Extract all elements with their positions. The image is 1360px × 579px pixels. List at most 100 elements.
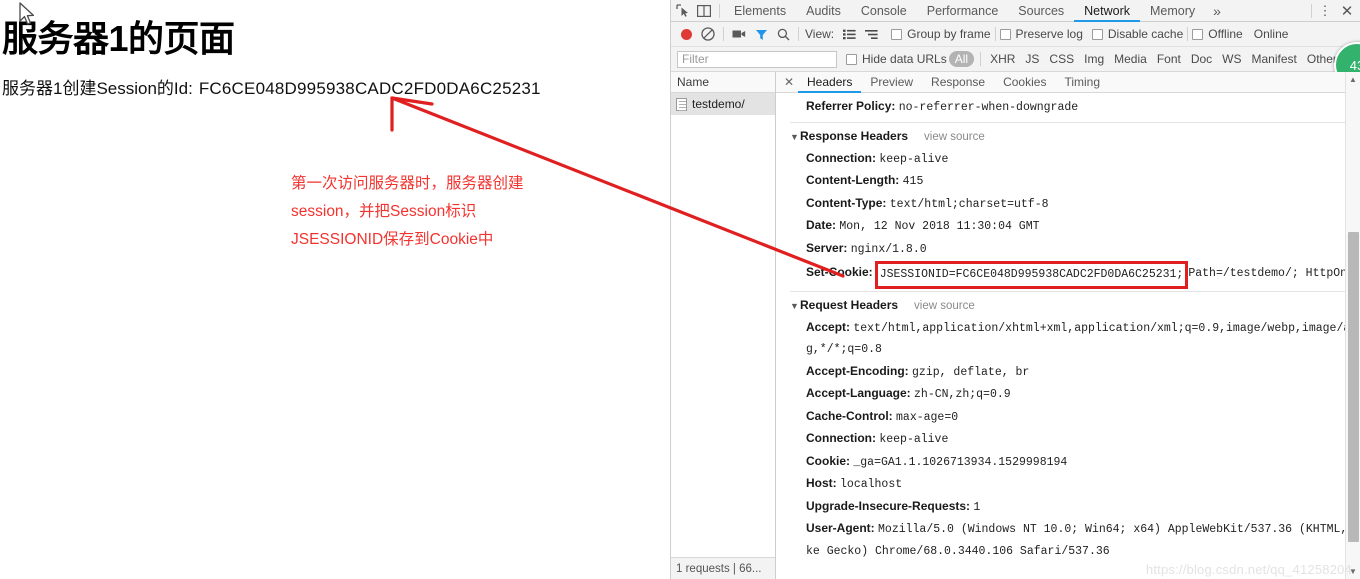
filter-divider xyxy=(980,52,982,66)
header-key: Accept-Language: xyxy=(806,386,911,400)
detail-tab-cookies[interactable]: Cookies xyxy=(994,72,1055,93)
document-icon xyxy=(676,97,687,111)
tab-performance[interactable]: Performance xyxy=(917,0,1009,22)
filter-type-css[interactable]: CSS xyxy=(1044,52,1079,66)
set-cookie-rest: Path=/testdemo/; HttpOnly xyxy=(1188,267,1360,280)
offline-checkbox[interactable]: Offline xyxy=(1192,27,1243,41)
request-headers-section-title[interactable]: ▼Request Headers view source xyxy=(790,294,1360,317)
search-icon[interactable] xyxy=(772,24,794,44)
request-row-testdemo[interactable]: testdemo/ xyxy=(671,93,775,115)
header-key: Content-Length: xyxy=(806,173,900,187)
chevron-down-icon: ▼ xyxy=(790,300,799,311)
tabstrip-right-controls: ⋮ ✕ xyxy=(1307,0,1360,22)
name-column-header: Name xyxy=(671,72,775,93)
disable-cache-label: Disable cache xyxy=(1107,27,1184,41)
filter-type-js[interactable]: JS xyxy=(1020,52,1044,66)
tab-elements[interactable]: Elements xyxy=(724,0,796,22)
header-server: Server: nginx/1.8.0 xyxy=(790,238,1360,261)
filter-type-xhr[interactable]: XHR xyxy=(985,52,1020,66)
filter-type-ws[interactable]: WS xyxy=(1217,52,1246,66)
capture-screenshots-icon[interactable] xyxy=(728,24,750,44)
header-user-agent: User-Agent: Mozilla/5.0 (Windows NT 10.0… xyxy=(790,518,1360,541)
preserve-log-label: Preserve log xyxy=(1015,27,1083,41)
tab-network[interactable]: Network xyxy=(1074,0,1140,22)
headers-scroll-area: Referrer Policy: no-referrer-when-downgr… xyxy=(776,93,1360,579)
header-value: max-age=0 xyxy=(896,410,959,424)
filter-funnel-icon[interactable] xyxy=(750,24,772,44)
devtools-panel: Elements Audits Console Performance Sour… xyxy=(670,0,1360,579)
chevron-down-icon: ▼ xyxy=(790,131,799,142)
tab-memory[interactable]: Memory xyxy=(1140,0,1205,22)
header-key: Connection: xyxy=(806,150,876,165)
header-content-length: Content-Length: 415 xyxy=(790,170,1360,193)
header-connection-req: Connection: keep-alive xyxy=(790,428,1360,451)
devtools-scrollbar[interactable]: ▲ ▼ xyxy=(1345,72,1360,579)
header-key: User-Agent: xyxy=(806,521,875,535)
clear-button[interactable] xyxy=(697,24,719,44)
scrollbar-thumb[interactable] xyxy=(1348,232,1359,542)
view-source-link[interactable]: view source xyxy=(924,131,985,143)
group-by-frame-checkbox[interactable]: Group by frame xyxy=(891,27,991,41)
preserve-log-checkbox[interactable]: Preserve log xyxy=(999,27,1083,41)
tabstrip-right-divider xyxy=(1311,4,1312,18)
toolbar-divider-1 xyxy=(723,27,724,41)
tab-console[interactable]: Console xyxy=(851,0,917,22)
header-cache-control: Cache-Control: max-age=0 xyxy=(790,406,1360,429)
online-throttle-select[interactable]: Online xyxy=(1254,27,1289,41)
header-value: localhost xyxy=(840,478,903,491)
checkbox-box xyxy=(891,28,903,40)
hide-data-urls-checkbox[interactable]: Hide data URLs xyxy=(846,52,947,66)
filter-type-doc[interactable]: Doc xyxy=(1186,52,1217,66)
tab-sources[interactable]: Sources xyxy=(1008,0,1074,22)
red-annotation-text: 第一次访问服务器时，服务器创建 session，并把Session标识 JSES… xyxy=(291,170,524,254)
detail-tab-preview[interactable]: Preview xyxy=(861,72,922,93)
detail-tab-timing[interactable]: Timing xyxy=(1055,72,1109,93)
view-waterfall-icon[interactable] xyxy=(860,24,882,44)
close-devtools-icon[interactable]: ✕ xyxy=(1334,2,1360,20)
filter-input[interactable]: Filter xyxy=(677,50,837,68)
header-key: Referrer Policy: xyxy=(806,99,896,113)
header-value: 1 xyxy=(973,500,981,514)
filter-type-font[interactable]: Font xyxy=(1152,52,1186,66)
header-key: Server: xyxy=(806,240,848,255)
header-value: gzip, deflate, br xyxy=(912,365,1030,379)
header-host: Host: localhost xyxy=(790,473,1360,496)
inspect-element-icon[interactable] xyxy=(671,1,693,21)
disable-cache-checkbox[interactable]: Disable cache xyxy=(1091,27,1184,41)
record-button[interactable] xyxy=(675,24,697,44)
header-value: text/html,application/xhtml+xml,applicat… xyxy=(853,321,1360,335)
devtools-menu-icon[interactable]: ⋮ xyxy=(1316,3,1334,19)
header-value: _ga=GA1.1.1026713934.1529998194 xyxy=(853,455,1068,469)
toolbar-divider-2 xyxy=(798,27,799,41)
checkbox-box xyxy=(1091,28,1103,40)
header-accept-continuation: g,*/*;q=0.8 xyxy=(806,343,882,356)
set-cookie-highlight-box: JSESSIONID=FC6CE048D995938CADC2FD0DA6C25… xyxy=(874,261,1189,289)
checkbox-box xyxy=(999,28,1011,40)
header-connection-resp: Connection: keep-alive xyxy=(790,148,1360,171)
detail-tab-headers[interactable]: Headers xyxy=(798,72,861,93)
requests-name-column: Name testdemo/ 1 requests | 66... xyxy=(671,72,776,579)
more-tabs-icon[interactable]: » xyxy=(1205,3,1229,19)
response-headers-section-title[interactable]: ▼Response Headers view source xyxy=(790,125,1360,148)
filter-type-img[interactable]: Img xyxy=(1079,52,1109,66)
tab-audits[interactable]: Audits xyxy=(796,0,851,22)
toolbar-divider-4 xyxy=(1187,27,1189,41)
checkbox-box xyxy=(1192,28,1204,40)
hide-data-urls-label: Hide data URLs xyxy=(862,52,947,66)
view-list-icon[interactable] xyxy=(838,24,860,44)
filter-type-manifest[interactable]: Manifest xyxy=(1247,52,1302,66)
session-id-label: 服务器1创建Session的Id: xyxy=(2,79,193,98)
detail-tab-response[interactable]: Response xyxy=(922,72,994,93)
request-detail-column: ✕ Headers Preview Response Cookies Timin… xyxy=(776,72,1360,579)
filter-type-media[interactable]: Media xyxy=(1109,52,1152,66)
session-id-value: FC6CE048D995938CADC2FD0DA6C25231 xyxy=(198,79,541,98)
close-detail-icon[interactable]: ✕ xyxy=(780,75,798,89)
scroll-up-arrow-icon[interactable]: ▲ xyxy=(1346,72,1360,87)
device-toolbar-icon[interactable] xyxy=(693,1,715,21)
request-detail-tabs: ✕ Headers Preview Response Cookies Timin… xyxy=(776,72,1360,93)
view-source-link[interactable]: view source xyxy=(914,300,975,312)
header-accept-encoding: Accept-Encoding: gzip, deflate, br xyxy=(790,361,1360,384)
filter-type-all[interactable]: All xyxy=(948,51,975,67)
header-key: Cookie: xyxy=(806,453,851,468)
record-dot-icon xyxy=(680,28,692,40)
